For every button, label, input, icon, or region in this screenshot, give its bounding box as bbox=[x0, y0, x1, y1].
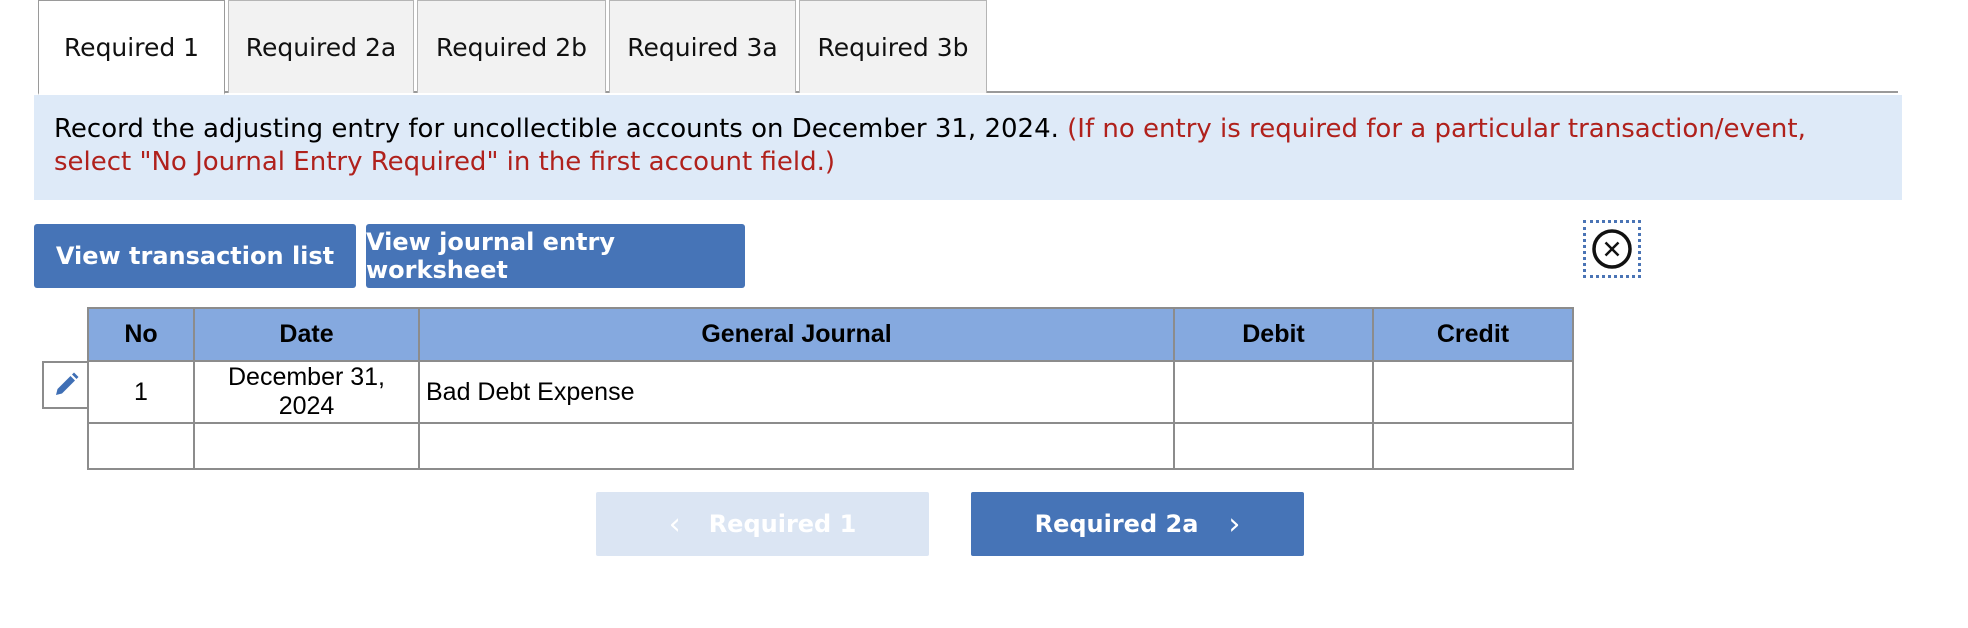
button-label: Required 1 bbox=[708, 510, 857, 538]
button-label: Required 2a bbox=[1034, 510, 1199, 538]
cell-no bbox=[87, 422, 195, 470]
tab-required-1[interactable]: Required 1 bbox=[38, 0, 225, 95]
tab-label: Required 3b bbox=[817, 32, 969, 62]
tab-required-2a[interactable]: Required 2a bbox=[228, 0, 414, 93]
header-general-journal: General Journal bbox=[418, 307, 1175, 362]
instruction-text: Record the adjusting entry for uncollect… bbox=[54, 114, 1059, 144]
tab-required-3a[interactable]: Required 3a bbox=[609, 0, 796, 93]
tab-label: Required 3a bbox=[627, 32, 778, 62]
view-journal-entry-worksheet-button[interactable]: View journal entry worksheet bbox=[366, 224, 745, 288]
tab-required-3b[interactable]: Required 3b bbox=[799, 0, 987, 93]
journal-table: No Date General Journal Debit Credit 1 D… bbox=[87, 307, 1574, 470]
cell-date: December 31, 2024 bbox=[193, 360, 420, 424]
pencil-icon bbox=[55, 372, 78, 395]
cell-credit[interactable] bbox=[1372, 422, 1574, 470]
tab-required-2b[interactable]: Required 2b bbox=[417, 0, 606, 93]
date-line: 2024 bbox=[278, 392, 335, 420]
cell-account[interactable] bbox=[418, 422, 1175, 470]
cell-credit[interactable] bbox=[1372, 360, 1574, 424]
close-circle-icon bbox=[1592, 229, 1632, 269]
tab-label: Required 1 bbox=[63, 32, 200, 62]
button-label: View transaction list bbox=[55, 242, 335, 270]
close-button[interactable] bbox=[1583, 220, 1641, 278]
tab-label: Required 2b bbox=[436, 32, 587, 62]
instruction-banner: Record the adjusting entry for uncollect… bbox=[34, 95, 1902, 200]
table-row bbox=[87, 422, 1574, 470]
button-label: View journal entry worksheet bbox=[366, 228, 615, 284]
next-required-button[interactable]: Required 2a › bbox=[971, 492, 1304, 556]
chevron-right-icon: › bbox=[1228, 506, 1241, 542]
chevron-left-icon: ‹ bbox=[668, 506, 681, 542]
table-header-row: No Date General Journal Debit Credit bbox=[87, 307, 1574, 362]
header-credit: Credit bbox=[1372, 307, 1574, 362]
cell-no: 1 bbox=[87, 360, 195, 424]
cell-debit[interactable] bbox=[1173, 360, 1374, 424]
edit-entry-button[interactable] bbox=[42, 361, 87, 409]
date-line: December 31, bbox=[227, 363, 386, 391]
cell-account[interactable]: Bad Debt Expense bbox=[418, 360, 1175, 424]
page: Required 1 Required 2a Required 2b Requi… bbox=[0, 0, 1968, 628]
header-debit: Debit bbox=[1173, 307, 1374, 362]
cell-debit[interactable] bbox=[1173, 422, 1374, 470]
tab-label: Required 2a bbox=[245, 32, 397, 62]
table-row: 1 December 31, 2024 Bad Debt Expense bbox=[87, 360, 1574, 424]
previous-required-button[interactable]: ‹ Required 1 bbox=[596, 492, 929, 556]
tab-bar: Required 1 Required 2a Required 2b Requi… bbox=[38, 0, 1898, 95]
header-date: Date bbox=[193, 307, 420, 362]
cell-date bbox=[193, 422, 420, 470]
view-transaction-list-button[interactable]: View transaction list bbox=[34, 224, 356, 288]
header-no: No bbox=[87, 307, 195, 362]
